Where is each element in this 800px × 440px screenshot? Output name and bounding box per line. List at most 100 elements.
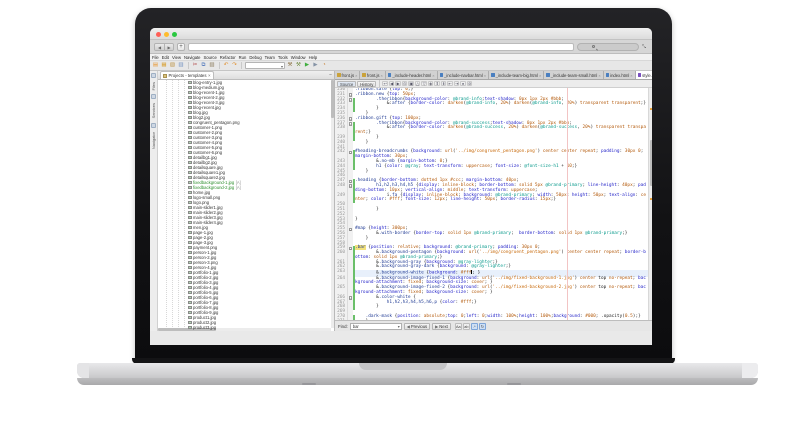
tab-_include-header.html[interactable]: _include-header.html× bbox=[386, 71, 438, 79]
menu-team[interactable]: Team bbox=[265, 55, 275, 60]
menu-window[interactable]: Window bbox=[291, 55, 306, 60]
fold-icon[interactable]: − bbox=[349, 184, 353, 188]
menu-tools[interactable]: Tools bbox=[278, 55, 288, 60]
resize-icon[interactable]: ⤡ bbox=[642, 44, 648, 50]
menu-file[interactable]: File bbox=[152, 55, 159, 60]
sidebar-item-files[interactable]: Files bbox=[151, 82, 156, 90]
tab-index.html[interactable]: index.html× bbox=[604, 71, 636, 79]
menu-help[interactable]: Help bbox=[309, 55, 318, 60]
find-input[interactable]: bar ▾ bbox=[350, 323, 402, 330]
macro-record-icon[interactable]: ● bbox=[460, 81, 466, 87]
highlight-icon[interactable]: ▣ bbox=[408, 81, 414, 87]
redo-icon[interactable]: ↷ bbox=[231, 62, 238, 69]
search-input[interactable] bbox=[577, 43, 639, 51]
view-tab-history[interactable]: History bbox=[357, 81, 376, 87]
regex-toggle[interactable]: .* bbox=[471, 323, 478, 330]
tab-style.less[interactable]: style.less× bbox=[636, 71, 652, 79]
back-button[interactable]: ◀ bbox=[155, 44, 164, 50]
close-icon[interactable]: × bbox=[381, 73, 383, 78]
whole-words-toggle[interactable]: ab bbox=[463, 323, 470, 330]
new-tab-button[interactable]: + bbox=[177, 43, 185, 51]
tab-_include-team-big.html[interactable]: _include-team-big.html× bbox=[489, 71, 544, 79]
menu-refactor[interactable]: Refactor bbox=[220, 55, 236, 60]
tab-_include-navbar.html[interactable]: _include-navbar.html× bbox=[438, 71, 489, 79]
code-area[interactable]: 230.ribbon.sale {top: 0;}231−.ribbon.new… bbox=[335, 88, 652, 320]
zoom-window-button[interactable] bbox=[172, 32, 177, 37]
fold-icon[interactable]: − bbox=[349, 122, 353, 126]
close-icon[interactable]: × bbox=[208, 73, 211, 78]
menu-debug[interactable]: Debug bbox=[249, 55, 261, 60]
image-file-icon bbox=[188, 131, 192, 135]
code-line[interactable]: 238 &:after {border-color: darken(@brand… bbox=[335, 126, 648, 136]
undo-icon[interactable]: ↶ bbox=[223, 62, 230, 69]
toggle-bookmark-icon[interactable]: ◈ bbox=[428, 81, 434, 87]
menu-run[interactable]: Run bbox=[239, 55, 247, 60]
new-file-icon[interactable]: ▤ bbox=[152, 62, 159, 69]
find-next-button[interactable]: ▶ Next bbox=[432, 323, 451, 330]
previous-occurrence-icon[interactable]: △ bbox=[415, 81, 421, 87]
close-icon[interactable]: × bbox=[598, 73, 600, 78]
fold-icon[interactable]: − bbox=[349, 98, 353, 102]
menu-navigate[interactable]: Navigate bbox=[184, 55, 201, 60]
close-icon[interactable]: × bbox=[630, 73, 632, 78]
close-icon[interactable]: × bbox=[539, 73, 541, 78]
close-icon[interactable]: × bbox=[355, 73, 357, 78]
menu-edit[interactable]: Edit bbox=[162, 55, 169, 60]
minimize-panel-icon[interactable]: − bbox=[329, 72, 332, 78]
laptop-base bbox=[77, 363, 758, 378]
window-titlebar[interactable] bbox=[150, 28, 652, 40]
sidebar-item-services[interactable]: Services bbox=[151, 103, 156, 118]
list-item[interactable]: product3.jpg bbox=[158, 325, 334, 330]
copy-icon[interactable]: ⧉ bbox=[200, 62, 207, 69]
minimize-window-button[interactable] bbox=[164, 32, 169, 37]
jump-back-icon[interactable]: ◀ bbox=[389, 81, 395, 87]
close-icon[interactable]: × bbox=[432, 73, 434, 78]
paste-icon[interactable]: ▨ bbox=[209, 62, 216, 69]
fold-icon[interactable]: − bbox=[349, 296, 353, 300]
view-tab-source[interactable]: Source bbox=[337, 81, 356, 87]
tab-_include-team-small.html[interactable]: _include-team-small.html× bbox=[544, 71, 603, 79]
open-project-icon[interactable]: ▧ bbox=[169, 62, 176, 69]
fold-icon[interactable]: − bbox=[349, 180, 353, 184]
next-occurrence-icon[interactable]: ▽ bbox=[421, 81, 427, 87]
fold-icon[interactable]: − bbox=[349, 247, 353, 251]
find-previous-button[interactable]: ◀ Previous bbox=[404, 323, 430, 330]
menu-view[interactable]: View bbox=[172, 55, 181, 60]
fold-icon[interactable]: − bbox=[349, 117, 353, 121]
image-file-icon bbox=[188, 166, 192, 170]
menu-source[interactable]: Source bbox=[204, 55, 217, 60]
chevron-down-icon[interactable]: ▾ bbox=[398, 324, 400, 329]
fold-icon[interactable]: − bbox=[349, 228, 353, 232]
shift-left-icon[interactable]: ⇤ bbox=[447, 81, 453, 87]
address-field[interactable] bbox=[188, 43, 574, 51]
next-bookmark-icon[interactable]: ⇟ bbox=[441, 81, 447, 87]
jump-forward-icon[interactable]: ▶ bbox=[395, 81, 401, 87]
match-case-toggle[interactable]: Aa bbox=[455, 323, 462, 330]
sidebar-item-navigator[interactable]: Navigator bbox=[151, 132, 156, 149]
find-selection-icon[interactable]: ⊙ bbox=[402, 81, 408, 87]
code-line[interactable]: 249 i.fa {display: inline-block; backgro… bbox=[335, 194, 648, 204]
editor-scrollbar[interactable] bbox=[648, 88, 652, 320]
run-project-icon[interactable]: ▶ bbox=[304, 62, 311, 69]
shift-right-icon[interactable]: ⇥ bbox=[454, 81, 460, 87]
close-window-button[interactable] bbox=[156, 32, 161, 37]
cut-icon[interactable]: ✂ bbox=[192, 62, 199, 69]
last-edit-icon[interactable]: ↩ bbox=[382, 81, 388, 87]
highlight-results-toggle[interactable]: ↻ bbox=[479, 323, 486, 330]
previous-bookmark-icon[interactable]: ⇞ bbox=[434, 81, 440, 87]
profile-project-icon[interactable]: ◔ bbox=[321, 62, 328, 69]
debug-project-icon[interactable]: ▶ bbox=[312, 62, 319, 69]
comment-icon[interactable]: ⊘ bbox=[467, 81, 473, 87]
tab-front.js[interactable]: front.js× bbox=[360, 71, 385, 79]
tab-front.js[interactable]: front.js× bbox=[335, 71, 360, 79]
save-all-icon[interactable]: ▥ bbox=[178, 62, 185, 69]
build-project-icon[interactable]: ⚒ bbox=[287, 62, 294, 69]
fold-icon[interactable]: − bbox=[349, 151, 353, 155]
projects-tab[interactable]: Projects - templates × bbox=[160, 71, 214, 79]
configuration-combo[interactable] bbox=[245, 62, 285, 69]
fold-icon[interactable]: − bbox=[349, 93, 353, 97]
clean-build-icon[interactable]: ⚒ bbox=[295, 62, 302, 69]
forward-button[interactable]: ▶ bbox=[164, 44, 173, 50]
close-icon[interactable]: × bbox=[484, 73, 486, 78]
new-project-icon[interactable]: ▦ bbox=[161, 62, 168, 69]
